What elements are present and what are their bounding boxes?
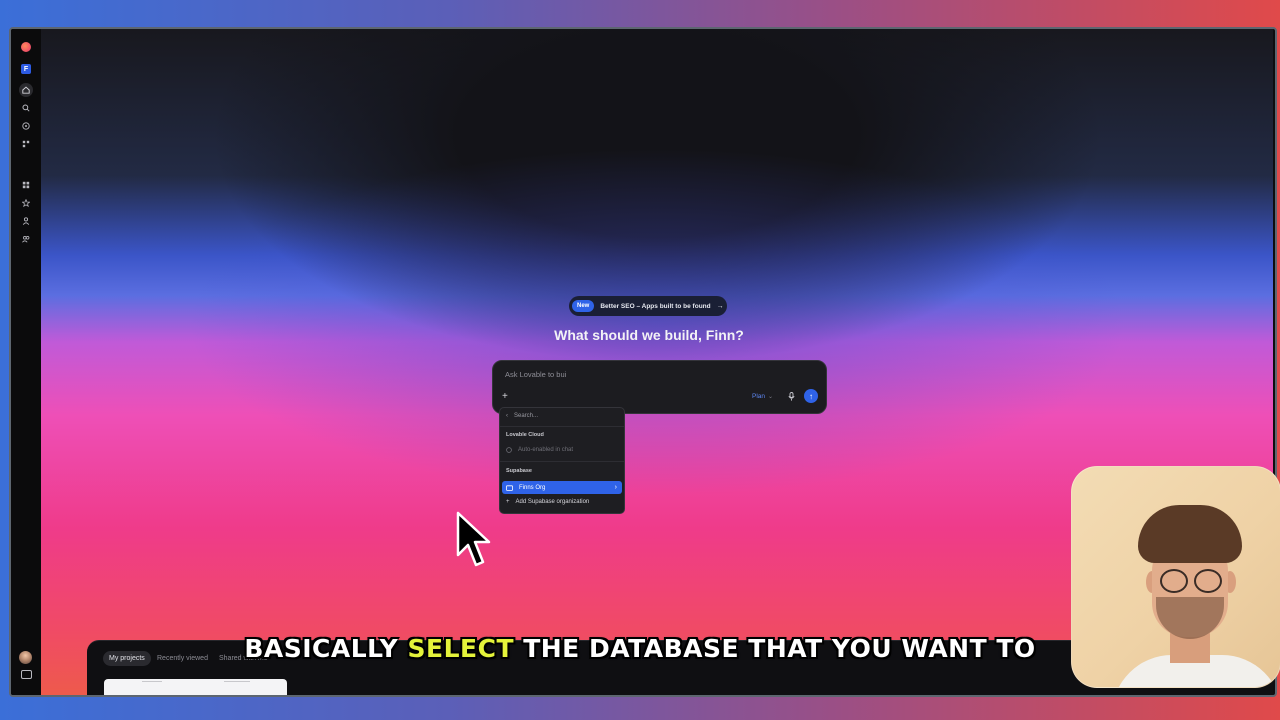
caption-highlight: SELECT: [407, 634, 514, 663]
user-icon[interactable]: [20, 215, 32, 227]
cloud-auto-item: Auto-enabled in chat: [506, 447, 573, 453]
plan-label: Plan: [752, 393, 766, 400]
add-supabase-org-item[interactable]: + Add Supabase organization: [506, 499, 589, 505]
org-item-label: Finns Org: [519, 484, 546, 491]
card-text-line: [224, 681, 250, 682]
arrow-right-icon: →: [716, 302, 724, 310]
connector-dropdown: ‹ Search... Lovable Cloud Auto-enabled i…: [499, 407, 625, 514]
mouse-cursor-icon: [456, 511, 491, 567]
home-icon[interactable]: [19, 83, 33, 97]
card-text-line: [142, 681, 162, 682]
inbox-icon[interactable]: [21, 670, 32, 679]
prompt-box: + Plan⌄ ↑: [492, 360, 827, 414]
webcam-hair: [1138, 505, 1242, 563]
cloud-auto-label: Auto-enabled in chat: [518, 447, 574, 453]
sidebar: F: [11, 29, 41, 695]
glasses-right-icon: [1194, 569, 1222, 593]
lovable-logo-icon[interactable]: [20, 41, 32, 53]
plus-icon[interactable]: +: [502, 391, 508, 402]
section-heading-lovable-cloud: Lovable Cloud: [506, 432, 544, 438]
workspace-badge-icon[interactable]: F: [21, 64, 31, 74]
page-title: What should we build, Finn?: [554, 327, 744, 343]
glasses-left-icon: [1160, 569, 1188, 593]
star-icon[interactable]: [20, 197, 32, 209]
microphone-icon[interactable]: [787, 392, 795, 401]
prompt-input[interactable]: [503, 369, 807, 380]
new-badge: New: [572, 300, 595, 312]
connect-icon[interactable]: [20, 138, 32, 150]
compass-icon[interactable]: [20, 120, 32, 132]
dropdown-search[interactable]: ‹ Search...: [506, 413, 538, 419]
caption-before: BASICALLY: [244, 634, 408, 663]
divider: [500, 461, 624, 462]
caption-after: THE DATABASE THAT YOU WANT TO: [514, 634, 1036, 663]
chevron-right-icon: ›: [614, 484, 617, 491]
folder-icon: [506, 484, 513, 491]
project-card[interactable]: [104, 679, 287, 695]
announcement-banner[interactable]: New Better SEO – Apps built to be found …: [569, 296, 727, 316]
search-field[interactable]: Search...: [514, 413, 538, 419]
plus-icon: +: [506, 499, 510, 505]
back-chevron-icon[interactable]: ‹: [506, 413, 508, 419]
send-button[interactable]: ↑: [804, 389, 818, 403]
webcam-beard: [1156, 597, 1224, 639]
divider: [500, 426, 624, 427]
section-heading-supabase: Supabase: [506, 468, 532, 474]
grid-icon[interactable]: [20, 179, 32, 191]
users-icon[interactable]: [20, 233, 32, 245]
add-org-label: Add Supabase organization: [515, 499, 590, 505]
chevron-down-icon: ⌄: [768, 394, 774, 400]
org-item-finns-org[interactable]: Finns Org ›: [502, 481, 622, 494]
video-caption: BASICALLY SELECT THE DATABASE THAT YOU W…: [0, 634, 1280, 663]
plan-button[interactable]: Plan ⌄: [752, 393, 773, 400]
search-icon[interactable]: [20, 102, 32, 114]
announcement-text: Better SEO – Apps built to be found: [600, 302, 711, 310]
info-icon: [506, 447, 512, 453]
